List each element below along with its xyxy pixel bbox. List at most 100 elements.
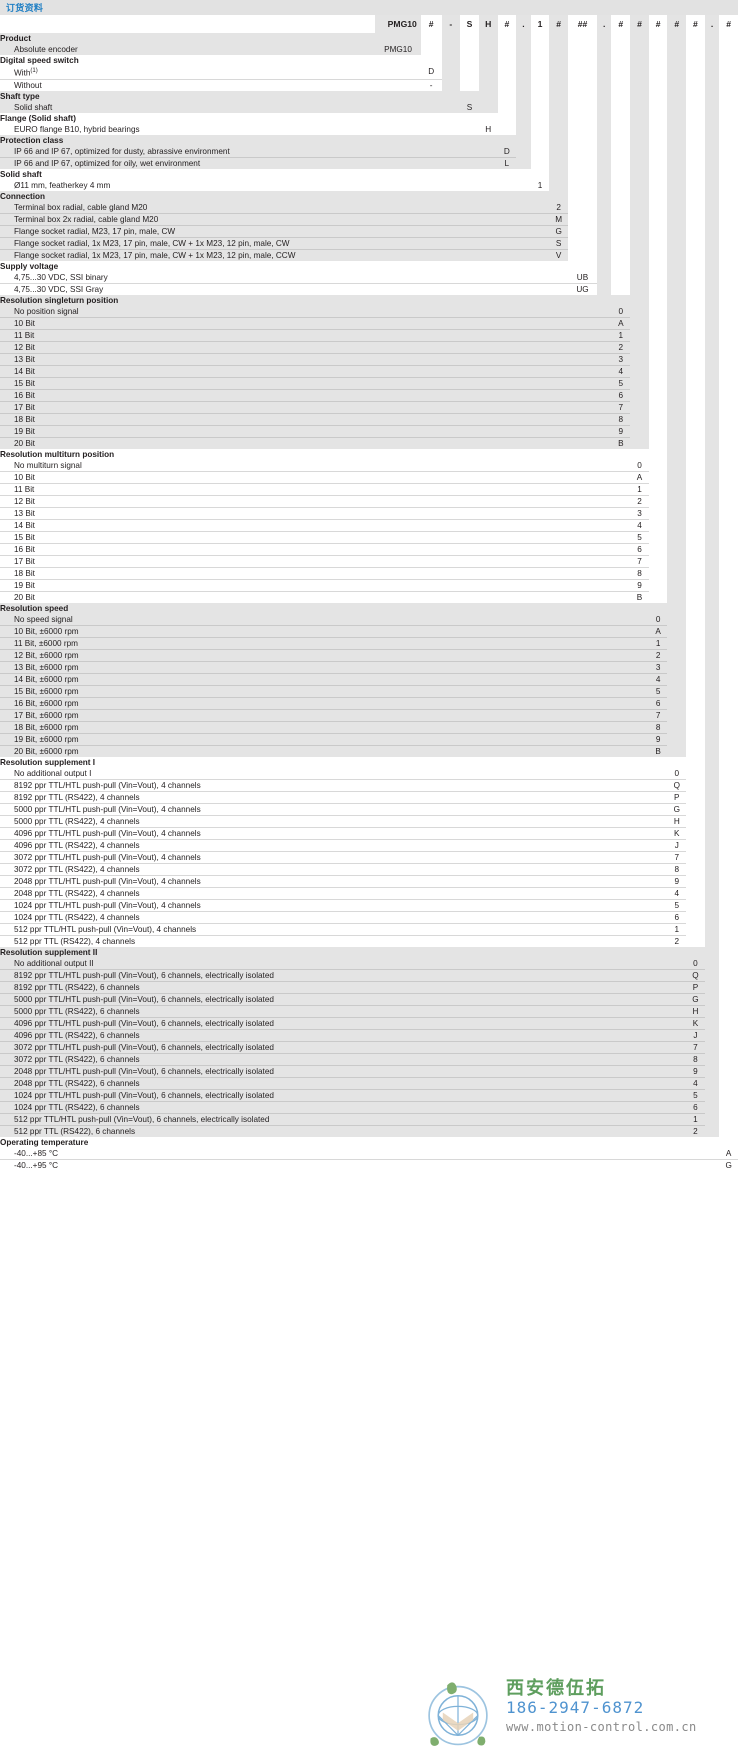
option-row[interactable]: 13 Bit 3 — [0, 353, 738, 366]
option-row[interactable]: 11 Bit, ±6000 rpm 1 — [0, 637, 738, 650]
option-row[interactable]: 5000 ppr TTL/HTL push-pull (Vin=Vout), 4… — [0, 803, 738, 816]
option-row[interactable]: 3072 ppr TTL/HTL push-pull (Vin=Vout), 6… — [0, 1041, 738, 1054]
option-row[interactable]: 8192 ppr TTL (RS422), 4 channels P — [0, 791, 738, 804]
code-column-spacer — [549, 123, 568, 135]
option-row[interactable]: 17 Bit 7 — [0, 555, 738, 568]
option-row[interactable]: 16 Bit 6 — [0, 543, 738, 556]
code-column-spacer — [441, 1017, 461, 1030]
option-row[interactable]: 19 Bit, ±6000 rpm 9 — [0, 733, 738, 746]
option-row[interactable]: 512 ppr TTL/HTL push-pull (Vin=Vout), 4 … — [0, 923, 738, 936]
option-row[interactable]: 13 Bit, ±6000 rpm 3 — [0, 661, 738, 674]
option-row[interactable]: -40...+95 °C G — [0, 1159, 738, 1171]
option-row[interactable]: 18 Bit 8 — [0, 413, 738, 426]
option-row[interactable]: IP 66 and IP 67, optimized for oily, wet… — [0, 157, 738, 169]
option-row[interactable]: 512 ppr TTL/HTL push-pull (Vin=Vout), 6 … — [0, 1113, 738, 1126]
option-row[interactable]: 3072 ppr TTL (RS422), 6 channels 8 — [0, 1053, 738, 1066]
option-row[interactable]: 11 Bit 1 — [0, 329, 738, 342]
option-row[interactable]: Solid shaft S — [0, 101, 738, 113]
code-column-spacer — [549, 179, 568, 191]
option-row[interactable]: 19 Bit 9 — [0, 579, 738, 592]
option-row[interactable]: 4,75...30 VDC, SSI binary UB — [0, 271, 738, 284]
option-row[interactable]: -40...+85 °C A — [0, 1147, 738, 1160]
option-row[interactable]: 1024 ppr TTL (RS422), 6 channels 6 — [0, 1101, 738, 1114]
group-heading-code-spacer — [630, 294, 649, 306]
option-row[interactable]: 15 Bit, ±6000 rpm 5 — [0, 685, 738, 698]
option-row[interactable]: 14 Bit 4 — [0, 519, 738, 532]
option-row[interactable]: 18 Bit, ±6000 rpm 8 — [0, 721, 738, 734]
option-row[interactable]: 4096 ppr TTL/HTL push-pull (Vin=Vout), 4… — [0, 827, 738, 840]
option-row[interactable]: 2048 ppr TTL/HTL push-pull (Vin=Vout), 4… — [0, 875, 738, 888]
option-row[interactable]: 15 Bit 5 — [0, 377, 738, 390]
option-row[interactable]: 11 Bit 1 — [0, 483, 738, 496]
option-row[interactable]: With(1) D — [0, 66, 738, 80]
option-row[interactable]: 512 ppr TTL (RS422), 4 channels 2 — [0, 935, 738, 947]
option-row[interactable]: 16 Bit, ±6000 rpm 6 — [0, 697, 738, 710]
option-row[interactable]: 1024 ppr TTL/HTL push-pull (Vin=Vout), 6… — [0, 1089, 738, 1102]
code-column-spacer — [648, 803, 668, 816]
code-column-spacer — [704, 225, 720, 238]
option-row[interactable]: 5000 ppr TTL/HTL push-pull (Vin=Vout), 6… — [0, 993, 738, 1006]
option-row[interactable]: 14 Bit, ±6000 rpm 4 — [0, 673, 738, 686]
option-row[interactable]: 4,75...30 VDC, SSI Gray UG — [0, 283, 738, 295]
option-row[interactable]: 20 Bit B — [0, 437, 738, 449]
option-row[interactable]: Flange socket radial, M23, 17 pin, male,… — [0, 225, 738, 238]
option-row[interactable]: Flange socket radial, 1x M23, 17 pin, ma… — [0, 249, 738, 261]
option-row[interactable]: 10 Bit A — [0, 317, 738, 330]
option-row[interactable]: 2048 ppr TTL (RS422), 4 channels 4 — [0, 887, 738, 900]
option-row[interactable]: 18 Bit 8 — [0, 567, 738, 580]
option-row[interactable]: Absolute encoder PMG10 — [0, 44, 738, 55]
option-row[interactable]: No speed signal 0 — [0, 613, 738, 626]
option-row[interactable]: 8192 ppr TTL/HTL push-pull (Vin=Vout), 6… — [0, 969, 738, 982]
code-column-spacer — [704, 745, 720, 757]
option-row[interactable]: 4096 ppr TTL/HTL push-pull (Vin=Vout), 6… — [0, 1017, 738, 1030]
code-column-spacer — [704, 661, 720, 674]
option-row[interactable]: 4096 ppr TTL (RS422), 6 channels J — [0, 1029, 738, 1042]
option-row[interactable]: Ø11 mm, featherkey 4 mm 1 — [0, 179, 738, 191]
option-row[interactable]: 12 Bit, ±6000 rpm 2 — [0, 649, 738, 662]
option-row[interactable]: Flange socket radial, 1x M23, 17 pin, ma… — [0, 237, 738, 250]
option-row[interactable]: No position signal 0 — [0, 305, 738, 318]
option-row[interactable]: 19 Bit 9 — [0, 425, 738, 438]
option-row[interactable]: 1024 ppr TTL (RS422), 4 channels 6 — [0, 911, 738, 924]
option-row[interactable]: 8192 ppr TTL (RS422), 6 channels P — [0, 981, 738, 994]
option-row[interactable]: 17 Bit 7 — [0, 401, 738, 414]
code-column-spacer — [611, 66, 631, 80]
option-row[interactable]: 13 Bit 3 — [0, 507, 738, 520]
code-column-spacer — [460, 283, 479, 295]
option-row[interactable]: 10 Bit, ±6000 rpm A — [0, 625, 738, 638]
option-row[interactable]: 16 Bit 6 — [0, 389, 738, 402]
option-row[interactable]: 1024 ppr TTL/HTL push-pull (Vin=Vout), 4… — [0, 899, 738, 912]
option-row[interactable]: No additional output II 0 — [0, 957, 738, 970]
code-column-spacer — [549, 271, 568, 284]
option-row[interactable]: 20 Bit, ±6000 rpm B — [0, 745, 738, 757]
option-row[interactable]: Terminal box radial, cable gland M20 2 — [0, 201, 738, 214]
option-row[interactable]: No additional output I0 — [0, 767, 738, 780]
option-row[interactable]: 8192 ppr TTL/HTL push-pull (Vin=Vout), 4… — [0, 779, 738, 792]
option-row[interactable]: 12 Bit 2 — [0, 495, 738, 508]
option-row[interactable]: 15 Bit 5 — [0, 531, 738, 544]
option-row[interactable]: 5000 ppr TTL (RS422), 4 channels H — [0, 815, 738, 828]
option-row[interactable]: 3072 ppr TTL/HTL push-pull (Vin=Vout), 4… — [0, 851, 738, 864]
option-row[interactable]: 10 Bit A — [0, 471, 738, 484]
option-row[interactable]: No multiturn signal 0 — [0, 459, 738, 472]
option-row[interactable]: IP 66 and IP 67, optimized for dusty, ab… — [0, 145, 738, 158]
group-heading-code-spacer — [375, 168, 421, 180]
code-column-spacer — [375, 733, 421, 746]
option-label: 12 Bit — [0, 495, 376, 508]
code-column-spacer — [630, 79, 649, 91]
option-row[interactable]: 3072 ppr TTL (RS422), 4 channels 8 — [0, 863, 738, 876]
option-row[interactable]: 14 Bit 4 — [0, 365, 738, 378]
code-column-spacer — [667, 957, 687, 970]
option-row[interactable]: 2048 ppr TTL/HTL push-pull (Vin=Vout), 6… — [0, 1065, 738, 1078]
option-row[interactable]: EURO flange B10, hybrid bearings H — [0, 123, 738, 135]
option-row[interactable]: Terminal box 2x radial, cable gland M20 M — [0, 213, 738, 226]
option-row[interactable]: 12 Bit 2 — [0, 341, 738, 354]
group-heading-code-spacer — [567, 946, 597, 958]
option-row[interactable]: Without - — [0, 79, 738, 91]
option-row[interactable]: 5000 ppr TTL (RS422), 6 channels H — [0, 1005, 738, 1018]
option-row[interactable]: 4096 ppr TTL (RS422), 4 channels J — [0, 839, 738, 852]
option-row[interactable]: 512 ppr TTL (RS422), 6 channels 2 — [0, 1125, 738, 1137]
option-row[interactable]: 2048 ppr TTL (RS422), 6 channels 4 — [0, 1077, 738, 1090]
option-row[interactable]: 20 Bit B — [0, 591, 738, 603]
option-row[interactable]: 17 Bit, ±6000 rpm 7 — [0, 709, 738, 722]
